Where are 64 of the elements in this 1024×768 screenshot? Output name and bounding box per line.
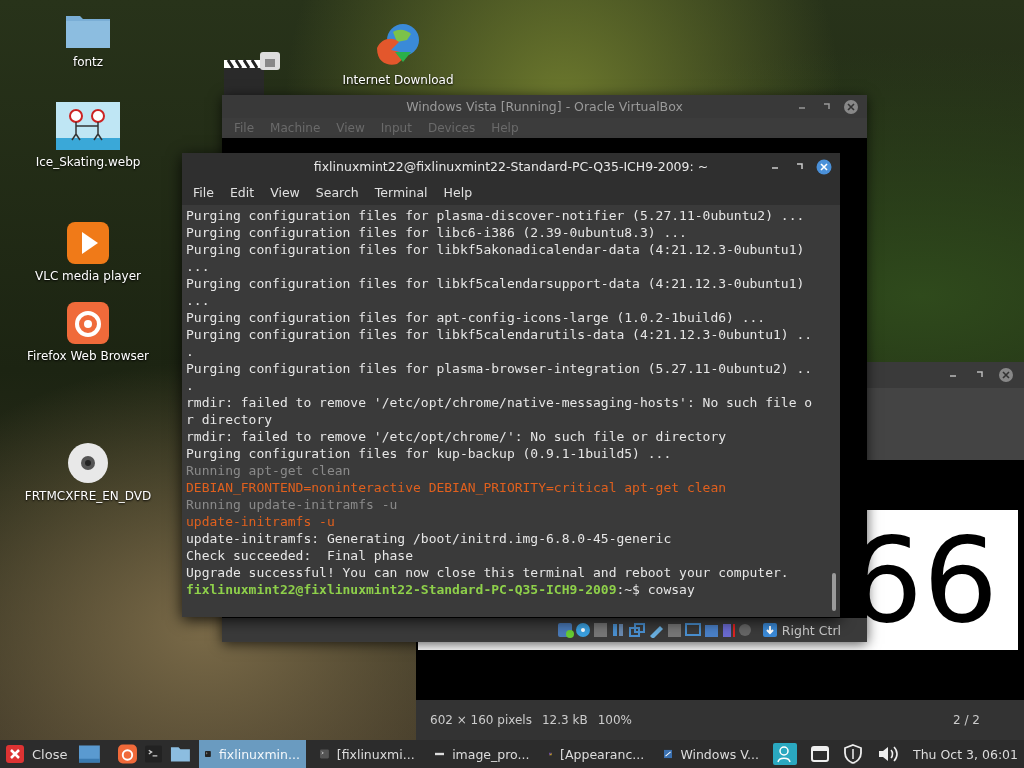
video-clapper-icon[interactable] [224,52,280,98]
terminal-line: rmdir: failed to remove '/etc/opt/chrome/': No such file or directory [186,428,728,445]
window-title: Windows Vista [Running] - Oracle VirtualBox [406,99,683,114]
clock[interactable]: Thu Oct 3, 06:01 [913,746,1018,762]
close-icon[interactable] [816,158,832,175]
terminal-line: Purging configuration files for libkf5calendarutils-data (4:21.12.3-0ubuntu1) .. [186,326,814,343]
terminal-line: Check succeeded: Final phase [186,547,414,564]
terminal-line: ... [186,258,211,275]
window-title: fixlinuxmint22@fixlinuxmint22-Standard-PC-Q35-ICH9-2009: ~ [313,159,709,174]
window-icon[interactable] [811,745,830,763]
terminal-line: Purging configuration files for plasma-discover-notifier (5.27.11-0ubuntu2) ... [186,207,806,224]
disc-icon[interactable] [67,442,109,484]
taskbar-task[interactable]: image_pro... [428,740,536,768]
image-thumbnail-icon[interactable] [56,102,120,150]
host-key-label: Right Ctrl [781,622,841,638]
file-size: 12.3 kB [541,713,588,727]
terminal-line: update-initramfs: Generating /boot/initrd.img-6.8.0-45-generic [186,530,673,547]
folder-icon[interactable] [170,745,192,763]
zoom-level: 100% [597,713,632,727]
desktop-icon-label[interactable]: VLC media player [35,269,141,283]
taskbar-task[interactable]: [fixlinuxmi... [313,740,421,768]
menu-item[interactable]: File [193,185,214,200]
terminal-line: Running apt-get clean [186,462,352,479]
close-icon [6,745,24,763]
terminal-line: Purging configuration files for libkf5calendarsupport-data (4:21.12.3-0ubuntu1) [186,275,806,292]
play-icon[interactable] [67,222,109,264]
desktop-icon[interactable] [79,745,101,763]
scrollbar-thumb[interactable] [832,573,836,611]
desktop-icon-label[interactable]: Ice_Skating.webp [35,155,141,169]
volume-icon[interactable] [877,745,900,763]
terminal-line: Running update-initramfs -u [186,496,399,513]
menu-item[interactable]: View [270,185,300,200]
terminal-line: Purging configuration files for apt-config-icons-large (1.0.2-1build6) ... [186,309,767,326]
download-arrow-icon[interactable] [762,623,777,637]
terminal-line: ... [186,292,211,309]
taskbar-task[interactable]: Windows V... [658,740,766,768]
terminal-prompt: fixlinuxmint22@fixlinuxmint22-Standard-PC-Q35-ICH9-2009:~$ cowsay [186,581,696,598]
desktop-icon-label[interactable]: Firefox Web Browser [26,349,150,363]
terminal-line: update-initramfs -u [186,513,336,530]
image-dimensions: 602 × 160 pixels [430,713,532,727]
terminal-line: Purging configuration files for plasma-browser-integration (5.27.11-0ubuntu2) .. [186,360,814,377]
desktop-icon-label[interactable]: fontz [72,55,104,69]
terminal-line: rmdir: failed to remove '/etc/opt/chrome/native-messaging-hosts': No such file o [186,394,814,411]
terminal-line: Purging configuration files for kup-backup (0.9.1-1build5) ... [186,445,673,462]
taskbar-task[interactable]: [Appearanc... [543,740,651,768]
terminal-line: DEBIAN_FRONTEND=noninteractive DEBIAN_PRIORITY=critical apt-get clean [186,479,728,496]
firefox-icon[interactable] [67,302,109,344]
menu-item[interactable]: Help [443,185,473,200]
terminal-line: Purging configuration files for libkf5akonadicalendar-data (4:21.12.3-0ubuntu1) [186,241,806,258]
terminal-line: r directory [186,411,274,428]
image-counter: 2 / 2 [953,713,981,727]
menu-item[interactable]: Search [315,185,359,200]
desktop-icon-label[interactable]: FRTMCXFRE_EN_DVD [24,489,152,503]
terminal-line: . [186,343,195,360]
menu-item[interactable]: Edit [229,185,255,200]
terminal-icon[interactable] [145,745,163,763]
terminal-line: . [186,377,195,394]
menu-button[interactable]: Close [6,745,72,763]
firefox-icon[interactable] [118,744,138,764]
terminal-line: Purging configuration files for libc6-i386 (2.39-0ubuntu8.3) ... [186,224,688,241]
terminal-line: Upgrade successful! You can now close this terminal and reboot your computer. [186,564,790,581]
menu-item[interactable]: Terminal [374,185,428,200]
desktop-icon-label[interactable]: Internet Download [342,73,454,87]
shield-icon[interactable] [843,744,864,764]
